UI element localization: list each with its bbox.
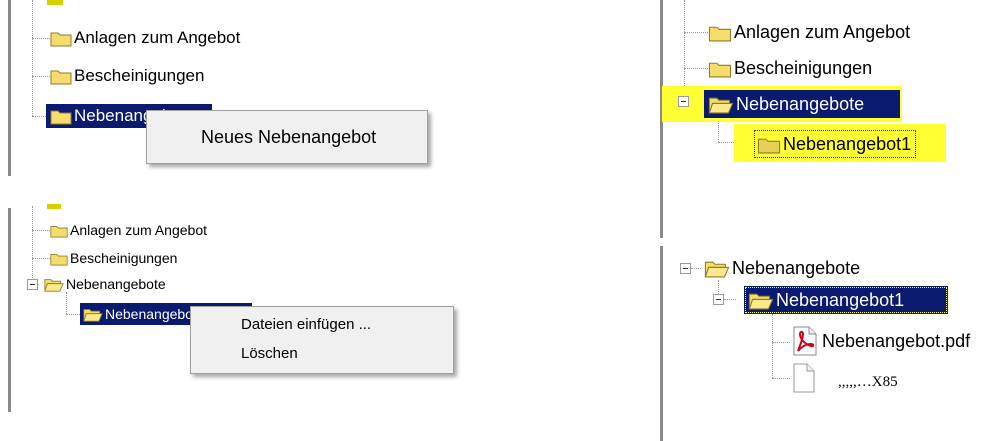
tree-line bbox=[32, 258, 50, 259]
folder-open-icon bbox=[704, 259, 730, 278]
menu-item-neues-nebenangebot[interactable]: Neues Nebenangebot bbox=[201, 127, 376, 148]
partial-folder-icon bbox=[47, 0, 63, 5]
tree-line bbox=[684, 0, 685, 100]
tree-line bbox=[32, 116, 46, 117]
tree-line bbox=[32, 230, 50, 231]
folder-icon bbox=[757, 135, 781, 154]
folder-icon bbox=[708, 23, 732, 42]
tree-item-label: Nebenangebot1 bbox=[776, 289, 905, 310]
tree-item-bescheinigungen[interactable]: Bescheinigungen bbox=[50, 64, 204, 88]
folder-icon bbox=[50, 107, 72, 125]
folder-icon bbox=[708, 59, 732, 78]
tree-collapse-icon[interactable] bbox=[713, 294, 724, 305]
tree-item-nebenangebote[interactable]: Nebenangebote bbox=[44, 274, 166, 294]
folder-open-icon bbox=[44, 277, 64, 292]
tree-line bbox=[684, 32, 708, 33]
folder-open-icon bbox=[83, 307, 103, 322]
tree-line bbox=[32, 38, 50, 39]
tree-item-label: Bescheinigungen bbox=[734, 57, 873, 78]
context-menu: Neues Nebenangebot bbox=[146, 110, 428, 164]
menu-item-dateien-einfuegen[interactable]: Dateien einfügen ... bbox=[241, 316, 371, 333]
panel2-tree: Anlagen zum Angebot Bescheinigungen Nebe… bbox=[662, 0, 1005, 240]
tree-line bbox=[772, 342, 790, 343]
folder-icon bbox=[50, 223, 68, 238]
tree-line bbox=[772, 378, 790, 379]
folder-icon bbox=[50, 67, 72, 85]
tree-item-label: Nebenangebote bbox=[66, 276, 166, 292]
tree-item-label: Nebenangebot1 bbox=[783, 133, 912, 154]
panel-separator-center-bottom bbox=[660, 246, 663, 441]
tree-line bbox=[718, 280, 719, 294]
partial-folder-icon bbox=[47, 204, 61, 209]
tree-item-label: ,,,,,…X85 bbox=[838, 373, 898, 390]
tree-item-anlagen[interactable]: Anlagen zum Angebot bbox=[50, 220, 207, 240]
tree-item-label: Bescheinigungen bbox=[70, 250, 178, 266]
folder-icon bbox=[50, 29, 72, 47]
tree-item-label: Anlagen zum Angebot bbox=[74, 28, 241, 47]
tree-item-anlagen[interactable]: Anlagen zum Angebot bbox=[708, 20, 910, 44]
tree-collapse-icon[interactable] bbox=[680, 263, 691, 274]
tree-item-bescheinigungen[interactable]: Bescheinigungen bbox=[50, 248, 177, 268]
tree-line bbox=[684, 68, 708, 69]
folder-icon bbox=[50, 251, 68, 266]
folder-open-icon bbox=[748, 291, 774, 310]
tree-item-label: Nebenangebot.pdf bbox=[822, 330, 971, 351]
panel3-tree: Anlagen zum Angebot Bescheinigungen Nebe… bbox=[0, 200, 650, 441]
tree-line bbox=[724, 299, 736, 300]
folder-open-icon bbox=[708, 95, 734, 114]
tree-item-label: Nebenangebote bbox=[732, 257, 861, 278]
pdf-icon bbox=[792, 326, 818, 356]
tree-item-nebenangebote[interactable]: Nebenangebote bbox=[704, 90, 900, 118]
tree-line bbox=[66, 292, 67, 314]
tree-item-blank-file[interactable]: ,,,,,…X85 bbox=[792, 362, 898, 394]
tree-line bbox=[32, 0, 33, 116]
blank-file-icon bbox=[792, 363, 816, 393]
tree-item-nebenangebot1[interactable]: Nebenangebot1 bbox=[744, 286, 948, 314]
tree-item-nebenangebote[interactable]: Nebenangebote bbox=[704, 256, 860, 280]
menu-item-loeschen[interactable]: Löschen bbox=[241, 345, 298, 362]
tree-item-label: Nebenangebote bbox=[736, 93, 865, 114]
tree-item-bescheinigungen[interactable]: Bescheinigungen bbox=[708, 56, 872, 80]
tree-line bbox=[32, 206, 33, 282]
tree-item-label: Anlagen zum Angebot bbox=[70, 222, 207, 238]
panel1-tree: Anlagen zum Angebot Bescheinigungen Nebe… bbox=[0, 0, 650, 200]
tree-collapse-icon[interactable] bbox=[27, 279, 38, 290]
tree-item-nebenangebot1[interactable]: Nebenangebot1 bbox=[754, 130, 917, 158]
tree-item-label: Anlagen zum Angebot bbox=[734, 21, 911, 42]
tree-item-pdf-file[interactable]: Nebenangebot.pdf bbox=[792, 326, 970, 356]
tree-line bbox=[691, 268, 701, 269]
tree-line bbox=[772, 314, 773, 378]
context-menu: Dateien einfügen ... Löschen bbox=[190, 306, 454, 374]
tree-line bbox=[32, 76, 50, 77]
panel4-tree: Nebenangebote Nebenangebot1 Nebenangebot… bbox=[670, 246, 1005, 441]
tree-collapse-icon[interactable] bbox=[678, 96, 689, 107]
tree-item-label: Bescheinigungen bbox=[74, 66, 205, 85]
tree-item-anlagen[interactable]: Anlagen zum Angebot bbox=[50, 26, 240, 50]
